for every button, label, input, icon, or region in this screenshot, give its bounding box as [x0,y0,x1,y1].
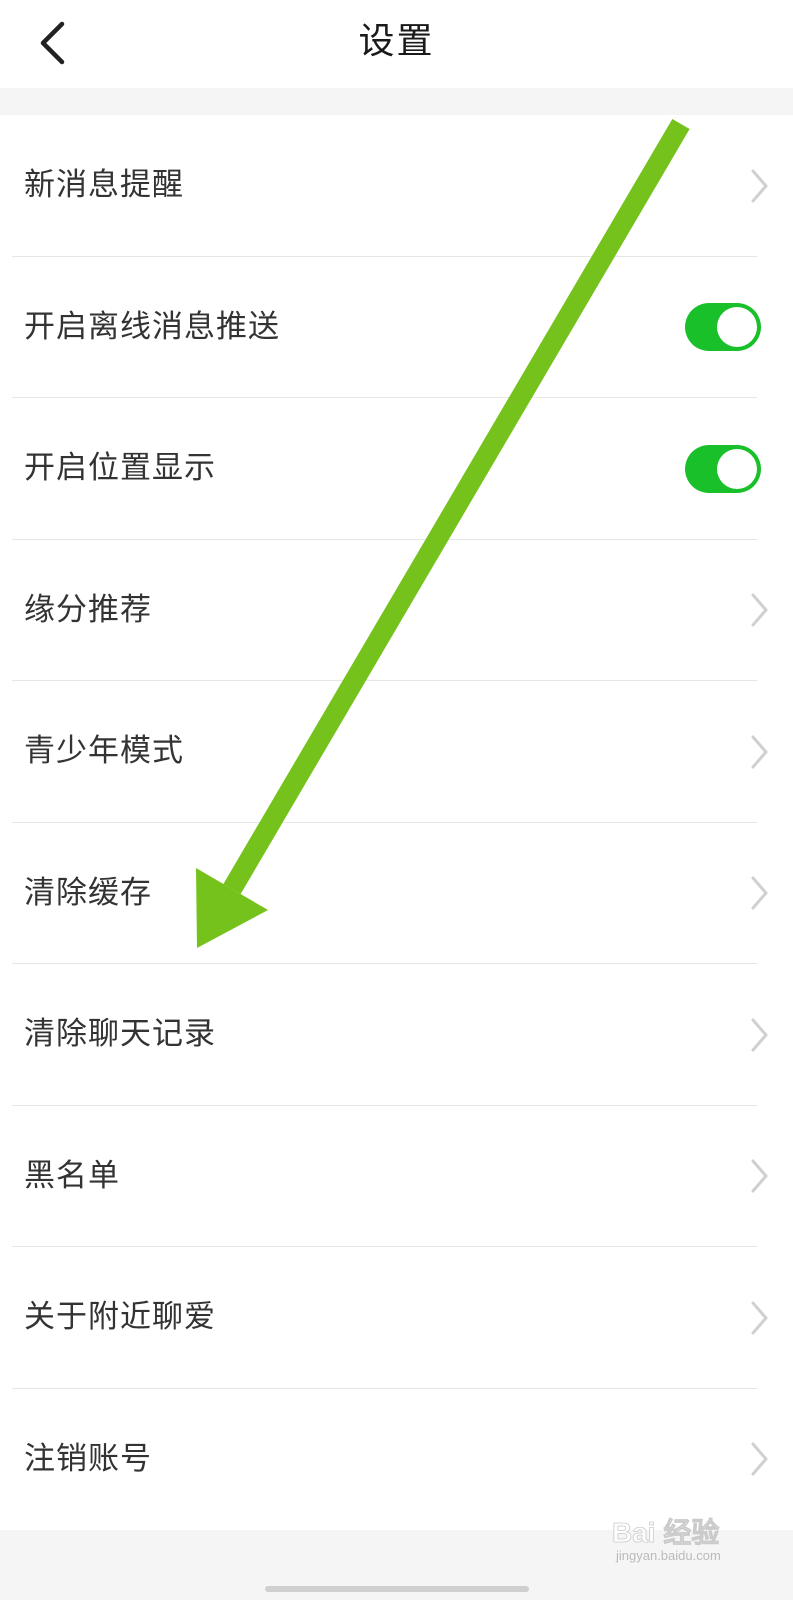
toggle-knob [717,448,757,489]
setting-delete-account[interactable]: 注销账号 [0,1389,793,1531]
chevron-right-icon [747,1157,771,1195]
back-button[interactable] [18,10,88,78]
location-display-toggle[interactable] [685,444,761,493]
chevron-right-icon [747,874,771,912]
chevron-right-icon [747,591,771,629]
watermark-url: jingyan.baidu.com [615,1548,721,1563]
navigation-bar: 设置 [0,0,793,88]
chevron-right-icon [747,1440,771,1478]
home-indicator [265,1586,529,1592]
setting-label: 青少年模式 [24,733,184,769]
setting-blacklist[interactable]: 黑名单 [0,1106,793,1247]
setting-clear-cache[interactable]: 清除缓存 [0,823,793,964]
setting-label: 清除缓存 [24,874,152,911]
setting-label: 开启离线消息推送 [24,308,280,345]
chevron-right-icon [747,1299,771,1337]
setting-offline-push: 开启离线消息推送 [0,257,793,398]
setting-about[interactable]: 关于附近聊爱 [0,1247,793,1389]
toggle-knob [717,307,757,348]
setting-label: 缘分推荐 [24,591,152,628]
chevron-right-icon [747,1016,771,1054]
setting-new-message-alert[interactable]: 新消息提醒 [0,115,793,257]
offline-push-toggle[interactable] [685,303,761,352]
settings-list: 新消息提醒 开启离线消息推送 开启位置显示 缘分推荐 青少年模式 清除缓存 清除… [0,115,793,1530]
setting-label: 注销账号 [24,1440,152,1477]
setting-label: 开启位置显示 [24,450,216,486]
setting-teen-mode[interactable]: 青少年模式 [0,681,793,823]
setting-label: 关于附近聊爱 [24,1299,216,1335]
setting-location-display: 开启位置显示 [0,398,793,540]
setting-clear-chat-history[interactable]: 清除聊天记录 [0,964,793,1106]
setting-match-recommend[interactable]: 缘分推荐 [0,540,793,681]
setting-label: 清除聊天记录 [24,1016,216,1052]
page-title: 设置 [358,21,435,62]
setting-label: 黑名单 [24,1157,120,1194]
chevron-right-icon [747,167,771,205]
chevron-right-icon [747,733,771,771]
setting-label: 新消息提醒 [24,167,184,203]
chevron-left-icon [40,21,65,65]
